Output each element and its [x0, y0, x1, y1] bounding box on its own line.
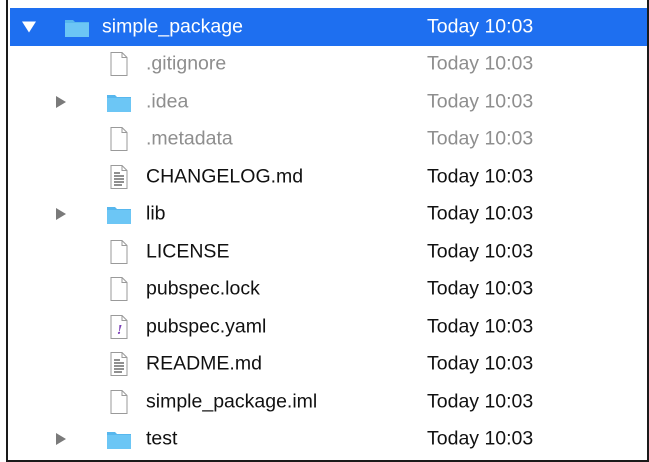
folder-icon — [64, 14, 90, 40]
item-name: .idea — [146, 90, 189, 113]
item-name: simple_package.iml — [146, 390, 318, 413]
item-date-modified: Today 10:03 — [427, 52, 534, 75]
yaml-document-icon: ! — [106, 314, 132, 340]
list-item-pubspec-lock[interactable]: pubspec.lock Today 10:03 — [10, 271, 647, 309]
list-item-idea[interactable]: .idea Today 10:03 — [10, 83, 647, 121]
item-date-modified: Today 10:03 — [427, 277, 534, 300]
list-item-simple-package[interactable]: simple_package Today 10:03 — [10, 8, 647, 46]
list-item-gitignore[interactable]: .gitignore Today 10:03 — [10, 46, 647, 84]
file-list: simple_package Today 10:03 .gitignore To… — [10, 8, 647, 458]
item-name: simple_package — [102, 15, 243, 38]
item-date-modified: Today 10:03 — [427, 427, 534, 450]
document-icon — [106, 51, 132, 77]
item-name: CHANGELOG.md — [146, 165, 304, 188]
item-name: .metadata — [146, 127, 233, 150]
list-item-pubspec-yaml[interactable]: ! pubspec.yaml Today 10:03 — [10, 308, 647, 346]
list-item-changelog[interactable]: CHANGELOG.md Today 10:03 — [10, 158, 647, 196]
item-name: pubspec.yaml — [146, 315, 267, 338]
disclosure-triangle-expanded-icon[interactable] — [22, 21, 36, 33]
item-date-modified: Today 10:03 — [427, 165, 534, 188]
list-item-license[interactable]: LICENSE Today 10:03 — [10, 233, 647, 271]
text-document-icon — [106, 164, 132, 190]
disclosure-triangle-collapsed-icon[interactable] — [56, 208, 66, 221]
document-icon — [106, 126, 132, 152]
item-date-modified: Today 10:03 — [427, 15, 534, 38]
folder-icon — [106, 89, 132, 115]
item-name: README.md — [146, 352, 262, 375]
item-name: test — [146, 427, 178, 450]
item-name: LICENSE — [146, 240, 230, 263]
item-date-modified: Today 10:03 — [427, 240, 534, 263]
document-icon — [106, 276, 132, 302]
item-name: lib — [146, 202, 166, 225]
text-document-icon — [106, 351, 132, 377]
list-item-test[interactable]: test Today 10:03 — [10, 421, 647, 459]
item-date-modified: Today 10:03 — [427, 315, 534, 338]
item-name: .gitignore — [146, 52, 227, 75]
item-date-modified: Today 10:03 — [427, 390, 534, 413]
folder-icon — [106, 201, 132, 227]
list-item-readme[interactable]: README.md Today 10:03 — [10, 346, 647, 384]
item-name: pubspec.lock — [146, 277, 260, 300]
folder-icon — [106, 426, 132, 452]
list-item-simple-package-iml[interactable]: simple_package.iml Today 10:03 — [10, 383, 647, 421]
disclosure-triangle-collapsed-icon[interactable] — [56, 433, 66, 446]
item-date-modified: Today 10:03 — [427, 352, 534, 375]
list-item-metadata[interactable]: .metadata Today 10:03 — [10, 121, 647, 159]
svg-text:!: ! — [117, 323, 122, 337]
document-icon — [106, 239, 132, 265]
disclosure-triangle-collapsed-icon[interactable] — [56, 95, 66, 108]
document-icon — [106, 389, 132, 415]
list-item-lib[interactable]: lib Today 10:03 — [10, 196, 647, 234]
item-date-modified: Today 10:03 — [427, 202, 534, 225]
item-date-modified: Today 10:03 — [427, 127, 534, 150]
item-date-modified: Today 10:03 — [427, 90, 534, 113]
